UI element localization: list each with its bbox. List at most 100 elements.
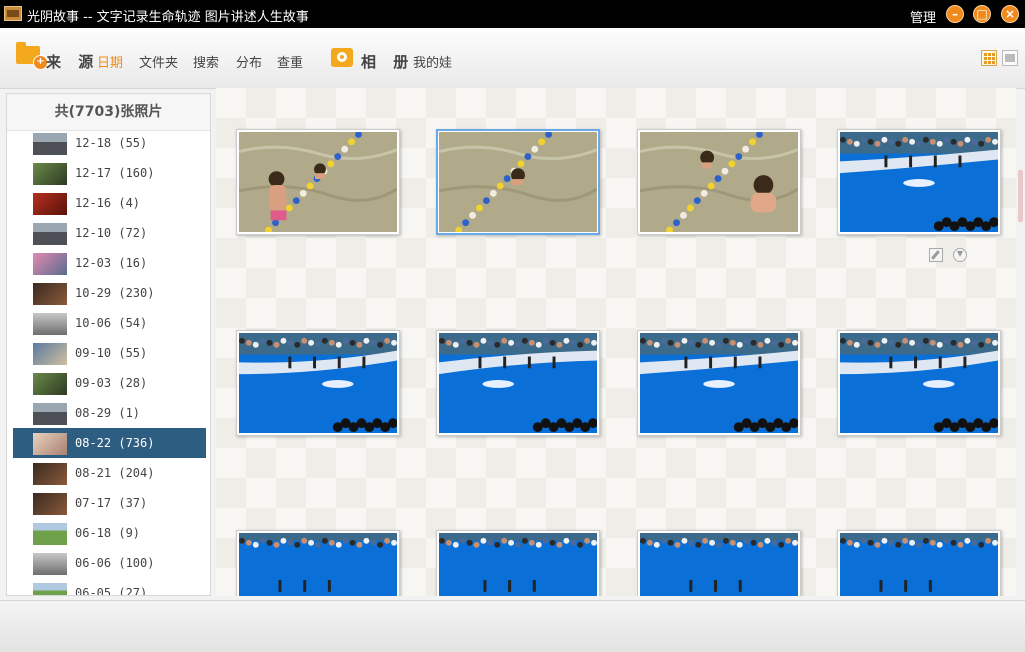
date-thumbnail xyxy=(33,253,67,275)
camera-icon[interactable] xyxy=(331,48,353,67)
date-label: 06-06 (100) xyxy=(75,556,155,570)
sidebar-date-item[interactable]: 12-16 (4) xyxy=(13,188,206,218)
date-label: 09-10 (55) xyxy=(75,346,148,360)
sidebar-date-item[interactable]: 06-06 (100) xyxy=(13,548,206,578)
date-thumbnail xyxy=(33,433,67,455)
toolbar: + 来 源 日期 文件夹 搜索 分布 查重 相 册 我的娃 xyxy=(0,28,1025,89)
sidebar-date-item[interactable]: 12-17 (160) xyxy=(13,158,206,188)
date-label: 06-18 (9) xyxy=(75,526,141,540)
photo-thumbnail[interactable] xyxy=(236,330,400,436)
date-label: 12-03 (16) xyxy=(75,256,148,270)
photo-image xyxy=(840,132,998,232)
photo-thumbnail[interactable] xyxy=(436,530,600,596)
photo-thumbnail[interactable] xyxy=(236,530,400,596)
photo-grid xyxy=(216,88,1016,596)
sidebar-date-item[interactable]: 08-29 (1) xyxy=(13,398,206,428)
window-title: 光阴故事 -- 文字记录生命轨迹 图片讲述人生故事 xyxy=(27,10,309,25)
date-label: 12-18 (55) xyxy=(75,136,148,150)
grid-view-icon[interactable] xyxy=(981,50,997,66)
album-heading: 相 册 xyxy=(361,53,415,71)
date-thumbnail xyxy=(33,523,67,545)
restore-button[interactable]: □ xyxy=(973,5,991,23)
tab-date[interactable]: 日期 xyxy=(97,52,123,71)
photo-thumbnail[interactable] xyxy=(837,129,1001,235)
album-my-baby[interactable]: 我的娃 xyxy=(413,52,452,71)
photo-image xyxy=(439,132,597,232)
date-label: 10-06 (54) xyxy=(75,316,148,330)
date-thumbnail xyxy=(33,553,67,575)
sidebar-date-item[interactable]: 08-22 (736) xyxy=(13,428,206,458)
date-thumbnail xyxy=(33,283,67,305)
date-label: 06-05 (27) xyxy=(75,586,148,596)
sidebar-date-item[interactable]: 12-10 (72) xyxy=(13,218,206,248)
photo-thumbnail[interactable] xyxy=(837,530,1001,596)
tab-folder[interactable]: 文件夹 xyxy=(139,52,178,71)
app-icon xyxy=(4,6,22,21)
edit-icon[interactable] xyxy=(929,248,943,262)
photo-thumbnail[interactable] xyxy=(637,330,801,436)
date-label: 12-17 (160) xyxy=(75,166,155,180)
photo-image xyxy=(640,132,798,232)
photo-count-header: 共(7703)张照片 xyxy=(7,94,210,131)
tab-search[interactable]: 搜索 xyxy=(193,52,219,71)
photo-image xyxy=(239,533,397,596)
manage-button[interactable]: 管理 xyxy=(910,7,936,26)
sidebar-date-item[interactable]: 09-03 (28) xyxy=(13,368,206,398)
photo-image xyxy=(640,533,798,596)
photo-image xyxy=(439,533,597,596)
date-list[interactable]: 12-18 (55) 12-17 (160) 12-16 (4) 12-10 (72)… xyxy=(7,132,210,596)
date-thumbnail xyxy=(33,133,67,155)
photo-thumbnail[interactable] xyxy=(637,530,801,596)
date-label: 08-29 (1) xyxy=(75,406,141,420)
tab-duplicates[interactable]: 查重 xyxy=(277,52,303,71)
single-view-icon[interactable] xyxy=(1002,50,1018,66)
photo-thumbnail[interactable] xyxy=(837,330,1001,436)
photo-image xyxy=(239,333,397,433)
photo-image xyxy=(840,533,998,596)
date-thumbnail xyxy=(33,463,67,485)
sidebar-date-item[interactable]: 07-17 (37) xyxy=(13,488,206,518)
date-thumbnail xyxy=(33,373,67,395)
sidebar-date-item[interactable]: 10-06 (54) xyxy=(13,308,206,338)
sidebar-date-item[interactable]: 09-10 (55) xyxy=(13,338,206,368)
photo-thumbnail[interactable] xyxy=(436,330,600,436)
date-thumbnail xyxy=(33,223,67,245)
date-label: 09-03 (28) xyxy=(75,376,148,390)
status-bar xyxy=(0,600,1025,652)
download-icon[interactable] xyxy=(953,248,967,262)
photo-image xyxy=(239,132,397,232)
tab-distribution[interactable]: 分布 xyxy=(236,52,262,71)
sidebar-date-item[interactable]: 12-18 (55) xyxy=(13,132,206,158)
sidebar-date-item[interactable]: 08-21 (204) xyxy=(13,458,206,488)
date-thumbnail xyxy=(33,163,67,185)
folder-add-icon[interactable]: + xyxy=(16,42,48,70)
date-sidebar: 12-18 (55) 12-17 (160) 12-16 (4) 12-10 (72)… xyxy=(6,93,211,596)
title-bar: 光阴故事 -- 文字记录生命轨迹 图片讲述人生故事 管理 – □ × xyxy=(0,0,1025,28)
date-label: 07-17 (37) xyxy=(75,496,148,510)
photo-image xyxy=(439,333,597,433)
main-scrollbar[interactable] xyxy=(1018,170,1023,222)
date-thumbnail xyxy=(33,313,67,335)
date-thumbnail xyxy=(33,583,67,595)
photo-thumbnail[interactable] xyxy=(236,129,400,235)
close-button[interactable]: × xyxy=(1001,5,1019,23)
date-thumbnail xyxy=(33,493,67,515)
photo-image xyxy=(640,333,798,433)
date-thumbnail xyxy=(33,343,67,365)
date-label: 10-29 (230) xyxy=(75,286,155,300)
sidebar-date-item[interactable]: 12-03 (16) xyxy=(13,248,206,278)
date-label: 08-21 (204) xyxy=(75,466,155,480)
source-heading: 来 源 xyxy=(46,53,100,71)
sidebar-date-item[interactable]: 10-29 (230) xyxy=(13,278,206,308)
sidebar-date-item[interactable]: 06-05 (27) xyxy=(13,578,206,596)
photo-thumbnail[interactable] xyxy=(637,129,801,235)
photo-image xyxy=(840,333,998,433)
sidebar-date-item[interactable]: 06-18 (9) xyxy=(13,518,206,548)
date-label: 12-10 (72) xyxy=(75,226,148,240)
date-label: 08-22 (736) xyxy=(75,436,155,450)
date-thumbnail xyxy=(33,403,67,425)
date-thumbnail xyxy=(33,193,67,215)
date-label: 12-16 (4) xyxy=(75,196,141,210)
photo-thumbnail[interactable] xyxy=(436,129,600,235)
minimize-button[interactable]: – xyxy=(946,5,964,23)
